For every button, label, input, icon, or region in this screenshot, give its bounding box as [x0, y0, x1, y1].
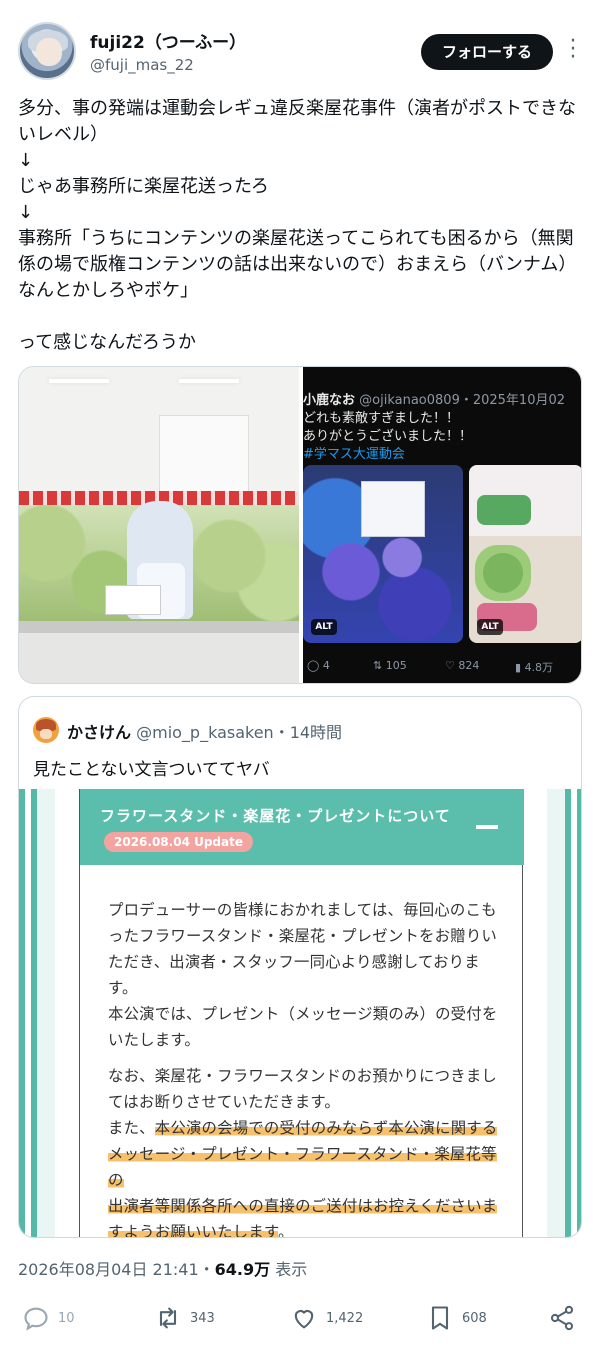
quoted-screenshot[interactable]: 小鹿なお @ojikanao0809・2025年10月02 どれも素敵すぎました…: [303, 367, 581, 683]
green-flowers-image: ALT: [469, 465, 581, 643]
collapse-icon: [476, 825, 498, 829]
screenshot-reposts: ⇅ 105: [373, 659, 407, 672]
share-icon: [550, 1305, 574, 1331]
quoted-post[interactable]: かさけん @mio_p_kasaken・14時間 見たことない文言ついててヤバ …: [18, 696, 582, 1238]
screenshot-views: ▮ 4.8万: [515, 661, 554, 674]
avatar-icon[interactable]: [18, 22, 76, 80]
notice-body: プロデューサーの皆様におかれましては、毎回心のこもったフラワースタンド・楽屋花・…: [108, 897, 498, 1237]
notice-panel: フラワースタンド・楽屋花・プレゼントについて2026.08.04 Update …: [79, 789, 524, 1237]
bookmark-button[interactable]: 608: [426, 1298, 487, 1338]
purple-flowers-image: ALT: [303, 465, 463, 643]
author-name[interactable]: fuji22（つーふー）: [90, 28, 246, 53]
screenshot-line-2: ありがとうございました！！: [303, 429, 473, 444]
screenshot-replies: ◯ 4: [307, 659, 330, 672]
screenshot-stats: ◯ 4 ⇅ 105 ♡ 824 ▮ 4.8万: [303, 659, 581, 679]
follow-button[interactable]: フォローする: [421, 34, 553, 70]
screenshot-likes: ♡ 824: [445, 659, 480, 672]
share-button[interactable]: [548, 1298, 584, 1338]
message-card: [105, 585, 161, 615]
car-decoration: [477, 495, 531, 525]
repost-icon: ⇅: [373, 659, 383, 672]
heart-icon: ♡: [445, 659, 455, 672]
screenshot-author-meta: @ojikanao0809・2025年10月02: [359, 393, 566, 408]
quote-author-name: かさけん: [67, 723, 132, 742]
notice-image: フラワースタンド・楽屋花・プレゼントについて2026.08.04 Update …: [19, 789, 581, 1237]
reply-icon: [24, 1307, 48, 1331]
screenshot-author-name: 小鹿なお: [303, 393, 356, 408]
notice-paragraph: なお、楽屋花・フラワースタンドのお預かりにつきましてはお断りさせていただきます。…: [108, 1063, 498, 1237]
views-count: 64.9万: [214, 1260, 271, 1279]
screenshot-line-1: どれも素敵すぎました！！: [303, 411, 460, 426]
message-card: [361, 481, 425, 537]
reply-button[interactable]: 10: [22, 1298, 75, 1338]
post-timestamp: 2026年08月04日 21:41・64.9万 表示: [18, 1260, 308, 1279]
alt-badge: ALT: [311, 619, 337, 635]
flower-stand-photo[interactable]: [19, 367, 299, 683]
post-text: 多分、事の発端は運動会レギュ違反楽屋花事件（演者がポストできないレベル） ↓ じ…: [18, 98, 577, 353]
update-badge: 2026.08.04 Update: [104, 832, 253, 852]
author-handle[interactable]: @fuji_mas_22: [90, 56, 194, 74]
bookmark-icon: [431, 1306, 449, 1330]
avatar-face: [40, 729, 52, 739]
quote-text: 見たことない文言ついててヤバ: [33, 760, 270, 780]
notice-paragraph: プロデューサーの皆様におかれましては、毎回心のこもったフラワースタンド・楽屋花・…: [108, 901, 498, 1049]
post-header: fuji22（つーふー） @fuji_mas_22 フォローする · · ·: [18, 22, 582, 82]
screenshot-hashtag: #学マス大運動会: [303, 447, 405, 462]
more-dots-icon[interactable]: · · ·: [566, 31, 580, 69]
repost-button[interactable]: 343: [154, 1298, 215, 1338]
screenshot-author: 小鹿なお @ojikanao0809・2025年10月02: [303, 389, 565, 408]
ceiling-light: [179, 379, 239, 383]
action-bar: 10 343 1,422 608: [18, 1298, 584, 1338]
avatar-face: [36, 38, 62, 66]
table: [19, 621, 299, 633]
highlighted-text: 出演者等関係各所への直接のご送付はお控えくださいますようお願いいたします: [108, 1197, 498, 1237]
repost-icon: [159, 1307, 177, 1329]
green-flowers: [475, 545, 531, 601]
media-grid: 小鹿なお @ojikanao0809・2025年10月02 どれも素敵すぎました…: [18, 366, 582, 684]
notice-header: フラワースタンド・楽屋花・プレゼントについて2026.08.04 Update: [80, 789, 524, 865]
quote-author-meta: @mio_p_kasaken・14時間: [136, 723, 343, 742]
reply-icon: ◯: [307, 659, 320, 672]
notice-title: フラワースタンド・楽屋花・プレゼントについて2026.08.04 Update: [100, 803, 460, 855]
alt-badge: ALT: [477, 619, 503, 635]
views-label: 表示: [275, 1260, 308, 1279]
like-button[interactable]: 1,422: [290, 1298, 363, 1338]
quote-author: かさけん @mio_p_kasaken・14時間: [67, 719, 342, 743]
views-icon: ▮: [515, 661, 522, 674]
ceiling-light: [49, 379, 109, 383]
heart-icon: [294, 1310, 314, 1329]
quote-avatar-icon[interactable]: [33, 717, 59, 743]
highlighted-text: 本公演の会場での受付のみならず本公演に関するメッセージ・プレゼント・フラワースタ…: [108, 1119, 498, 1189]
